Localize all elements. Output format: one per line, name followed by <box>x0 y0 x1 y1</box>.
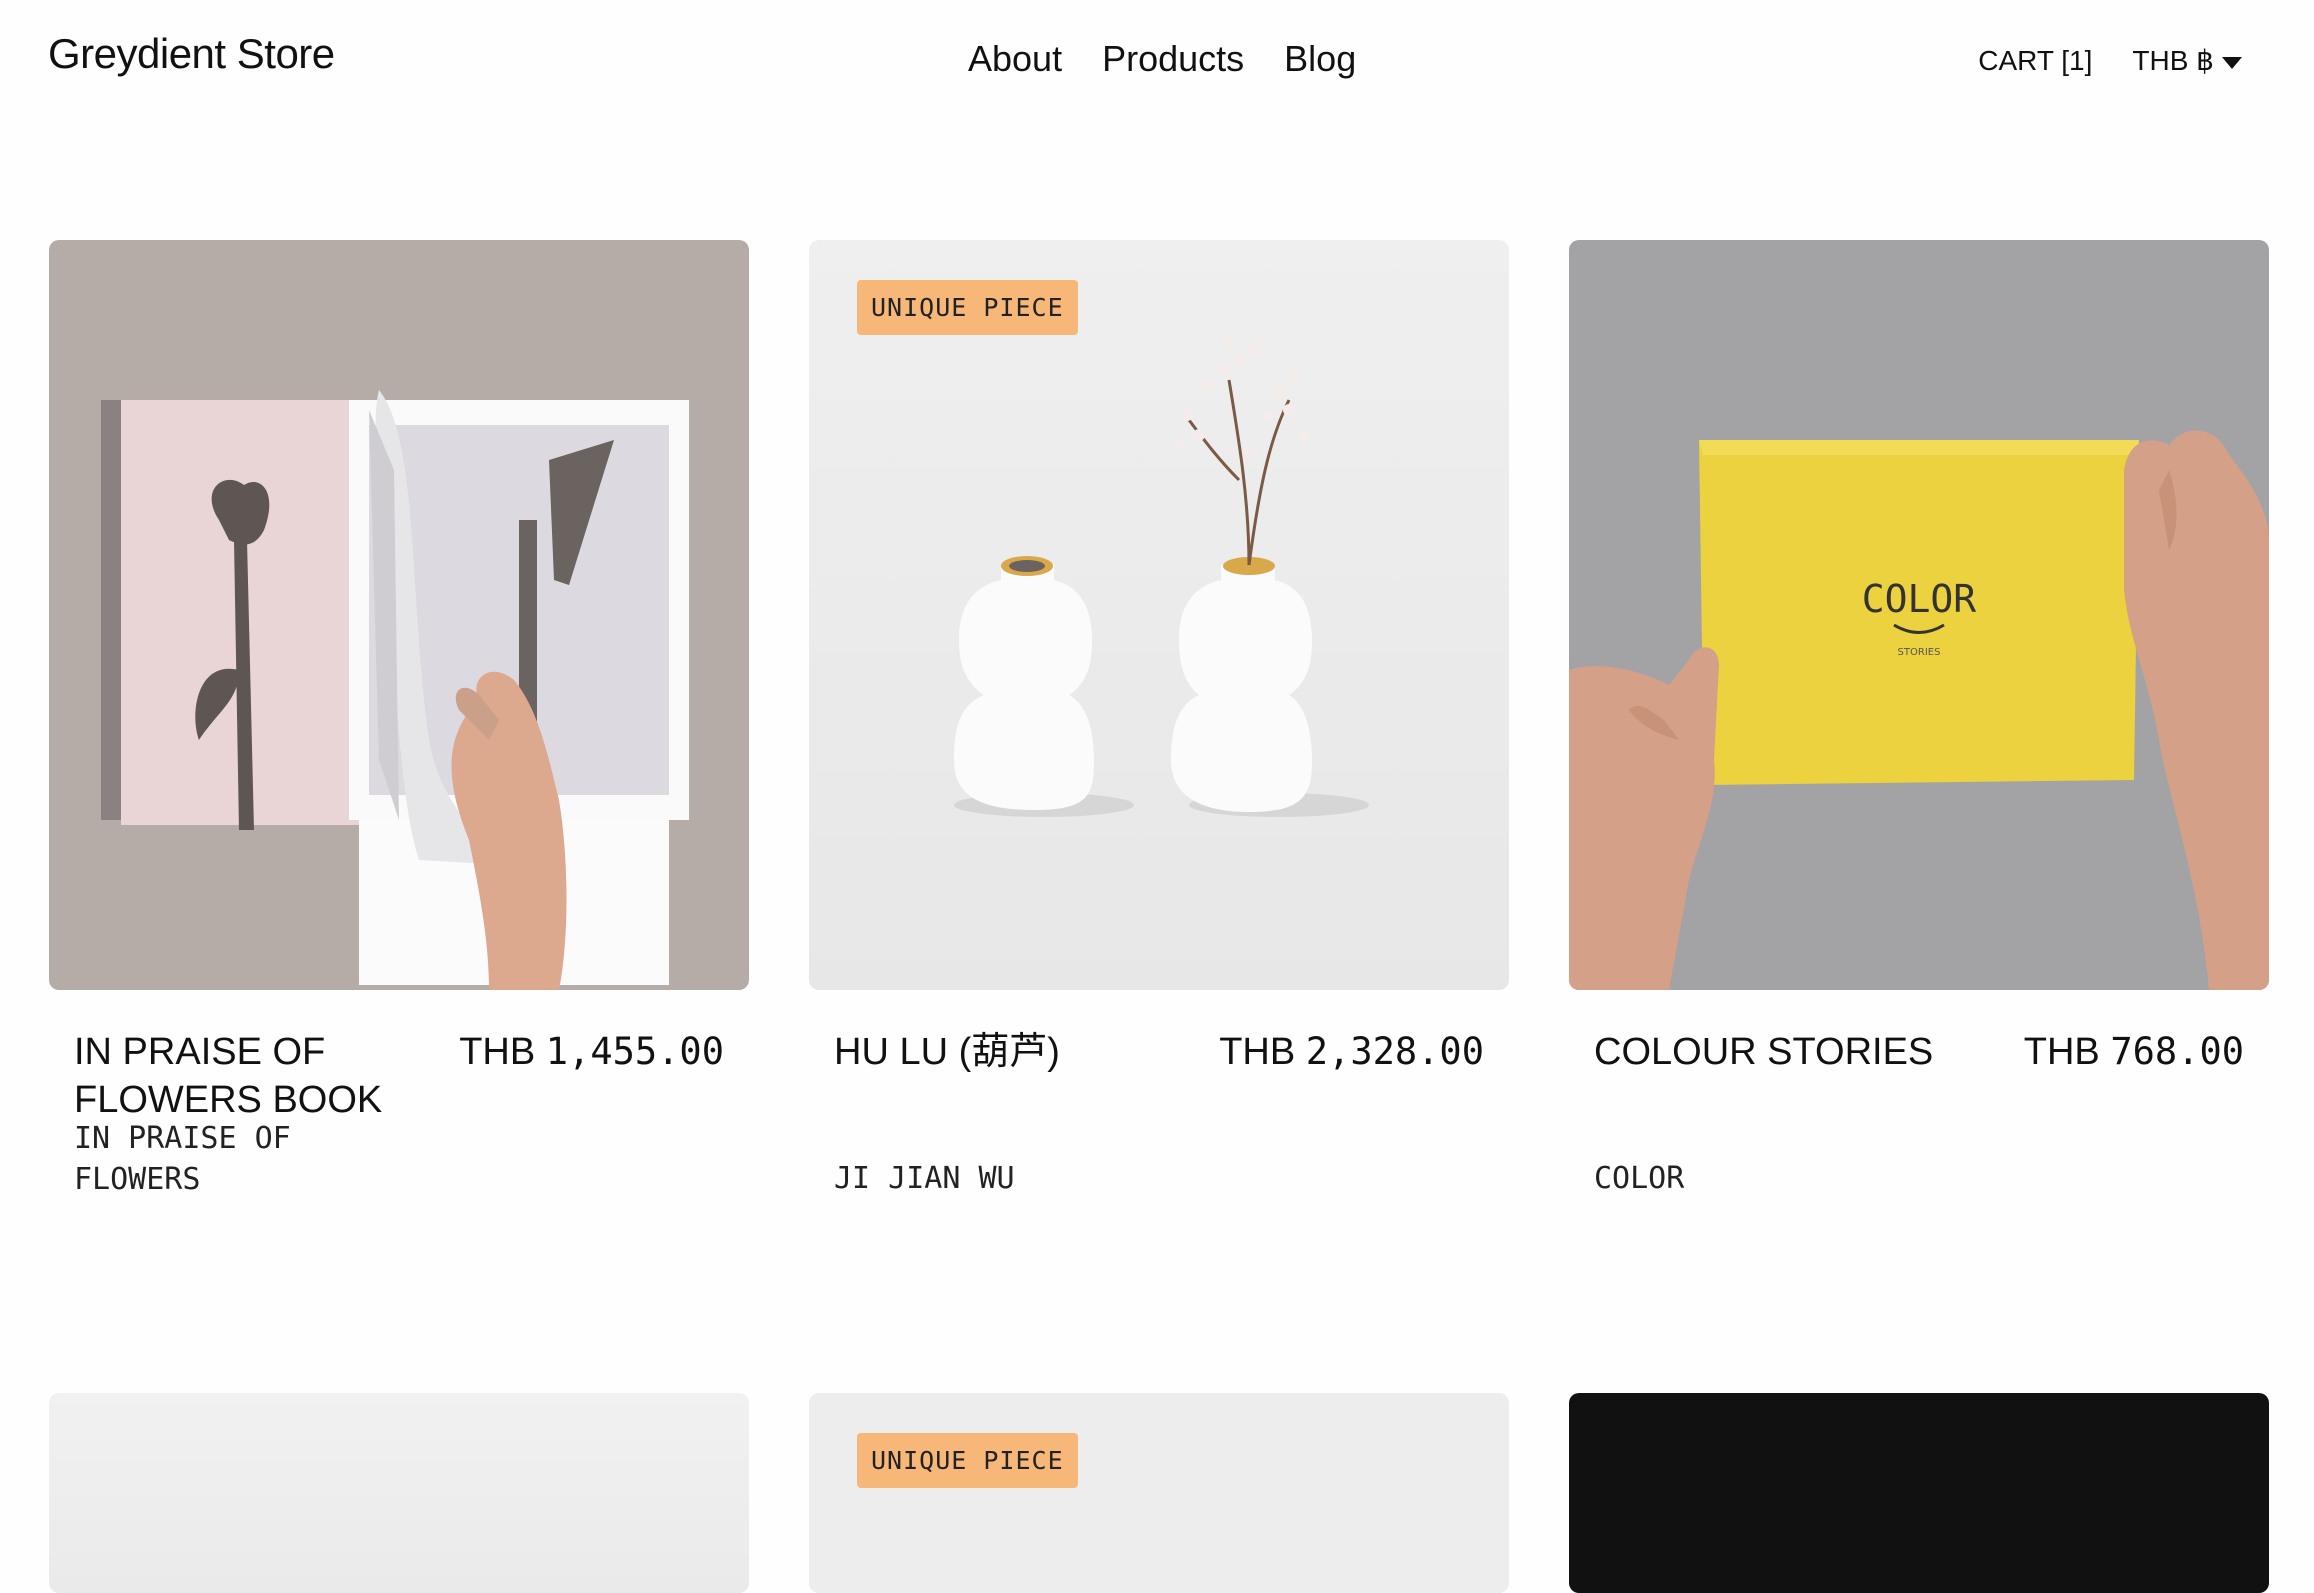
product-title[interactable]: COLOUR STORIES <box>1594 1028 1954 1076</box>
store-logo[interactable]: Greydient Store <box>48 30 335 78</box>
product-image-vases[interactable]: UNIQUE PIECE <box>809 240 1509 990</box>
product-image-colour-stories[interactable]: COLOR STORIES <box>1569 240 2269 990</box>
box-sub-text: STORIES <box>1898 647 1941 658</box>
product-vendor[interactable]: COLOR <box>1594 1158 1894 1199</box>
price-currency: THB <box>2023 1031 2100 1073</box>
box-illustration: COLOR STORIES <box>1569 430 2269 990</box>
product-price: THB 1,455.00 <box>459 1028 724 1076</box>
header-actions: CART [1] THB ฿ <box>1978 44 2242 77</box>
box-logo-text: COLOR <box>1862 577 1977 621</box>
product-price: THB 2,328.00 <box>1219 1028 1484 1076</box>
price-value: 768.00 <box>2110 1030 2244 1073</box>
price-currency: THB <box>1219 1031 1296 1073</box>
price-currency: THB <box>459 1031 536 1073</box>
product-card: UNIQUE PIECE <box>809 1393 1509 1593</box>
product-meta: IN PRAISE OF FLOWERS BOOK THB 1,455.00 I… <box>49 990 749 1250</box>
vases-illustration <box>954 330 1369 817</box>
nav-link-products[interactable]: Products <box>1102 38 1244 80</box>
product-title[interactable]: HU LU (葫芦) <box>834 1028 1174 1076</box>
product-card <box>49 1393 749 1593</box>
product-card: IN PRAISE OF FLOWERS BOOK THB 1,455.00 I… <box>49 240 749 1250</box>
product-meta: COLOUR STORIES THB 768.00 COLOR <box>1569 990 2269 1250</box>
product-meta: HU LU (葫芦) THB 2,328.00 JI JIAN WU <box>809 990 1509 1250</box>
product-card <box>1569 1393 2269 1593</box>
product-price: THB 768.00 <box>2024 1028 2244 1076</box>
product-image[interactable] <box>1569 1393 2269 1593</box>
unique-piece-badge: UNIQUE PIECE <box>857 1433 1078 1488</box>
product-card: COLOR STORIES COLOUR STORIES THB 768.00 … <box>1569 240 2269 1250</box>
main-nav: About Products Blog <box>968 38 1356 80</box>
product-vendor[interactable]: JI JIAN WU <box>834 1158 1134 1199</box>
product-image[interactable] <box>49 1393 749 1593</box>
currency-selector[interactable]: THB ฿ <box>2132 44 2242 77</box>
price-value: 2,328.00 <box>1305 1030 1484 1073</box>
unique-piece-badge: UNIQUE PIECE <box>857 280 1078 335</box>
chevron-down-icon <box>2222 56 2242 69</box>
currency-label: THB ฿ <box>2132 45 2214 76</box>
product-vendor[interactable]: IN PRAISE OF FLOWERS <box>74 1118 374 1200</box>
product-image[interactable]: UNIQUE PIECE <box>809 1393 1509 1593</box>
price-value: 1,455.00 <box>545 1030 724 1073</box>
product-image-book[interactable] <box>49 240 749 990</box>
site-header: Greydient Store About Products Blog CART… <box>0 0 2314 130</box>
nav-link-blog[interactable]: Blog <box>1284 38 1356 80</box>
cart-link[interactable]: CART [1] <box>1978 45 2092 77</box>
product-title[interactable]: IN PRAISE OF FLOWERS BOOK <box>74 1028 414 1124</box>
nav-link-about[interactable]: About <box>968 38 1062 80</box>
product-card: UNIQUE PIECE HU LU (葫芦) THB 2,328.00 JI … <box>809 240 1509 1250</box>
book-illustration <box>101 390 689 990</box>
